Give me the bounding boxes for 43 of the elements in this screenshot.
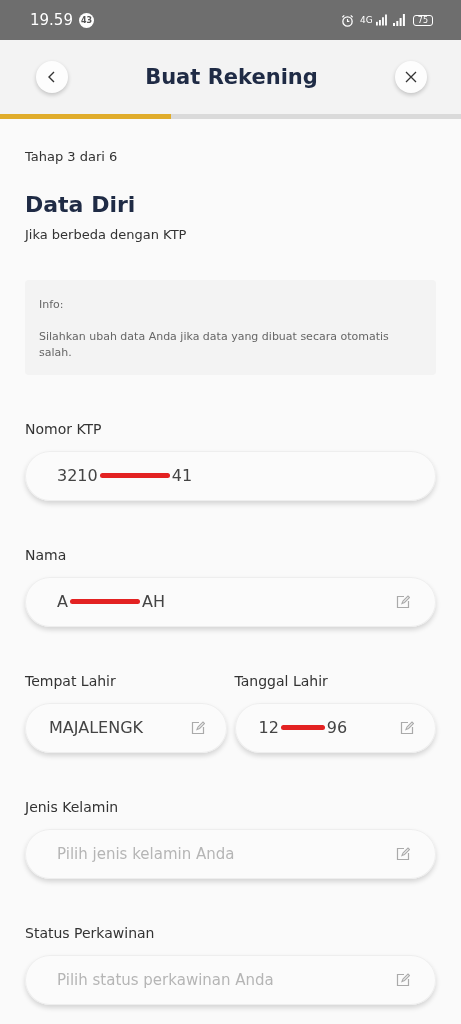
- field-value: 41: [171, 466, 193, 486]
- network-type: 4G: [360, 15, 373, 25]
- field-placeholder: Pilih jenis kelamin Anda: [57, 844, 236, 863]
- field-label: Status Perkawinan: [25, 924, 156, 941]
- status-time: 19.59: [30, 11, 73, 29]
- field-value: 12: [258, 718, 279, 738]
- edit-icon[interactable]: [400, 720, 414, 735]
- edit-icon[interactable]: [396, 594, 410, 609]
- field-value: 96: [326, 718, 348, 738]
- field-label: Jenis Kelamin: [25, 798, 120, 815]
- info-title: Info:: [39, 298, 65, 311]
- notification-badge: 43: [78, 12, 94, 28]
- redaction-mark: [69, 599, 140, 605]
- section-subtitle: Jika berbeda dengan KTP: [25, 227, 188, 242]
- section-heading: Data Diri: [25, 192, 137, 217]
- field-placeholder: Pilih status perkawinan Anda: [57, 970, 275, 989]
- close-icon: [405, 71, 417, 83]
- field-value: AH: [141, 592, 165, 612]
- field-label: Tempat Lahir: [25, 672, 117, 689]
- battery-indicator: 75: [412, 14, 433, 26]
- field-value: A: [57, 592, 68, 612]
- edit-icon[interactable]: [396, 972, 410, 987]
- info-text: Silahkan ubah data Anda jika data yang dibuat secara otomatis salah.: [39, 329, 390, 361]
- field-label: Nama: [25, 546, 68, 563]
- input-field[interactable]: MAJALENGK: [25, 702, 227, 753]
- back-button[interactable]: [36, 61, 68, 93]
- step-indicator: Tahap 3 dari 6: [25, 149, 119, 164]
- close-button[interactable]: [395, 61, 427, 93]
- redaction-mark: [280, 725, 325, 731]
- input-field[interactable]: 12 96: [234, 702, 436, 753]
- field-label: Nomor KTP: [25, 420, 103, 437]
- page-title: Buat Rekening: [145, 65, 318, 89]
- signal-icon: [375, 14, 387, 26]
- alarm-icon: [341, 13, 355, 27]
- redaction-mark: [99, 473, 170, 479]
- field-value: MAJALENGK: [49, 718, 143, 738]
- field-value: 3210: [57, 466, 98, 486]
- signal-icon: [392, 14, 405, 26]
- edit-icon[interactable]: [190, 720, 205, 735]
- field-label: Tanggal Lahir: [234, 672, 329, 689]
- edit-icon[interactable]: [396, 846, 410, 861]
- input-field[interactable]: A AH: [25, 576, 436, 627]
- input-field[interactable]: 3210 41: [25, 450, 436, 501]
